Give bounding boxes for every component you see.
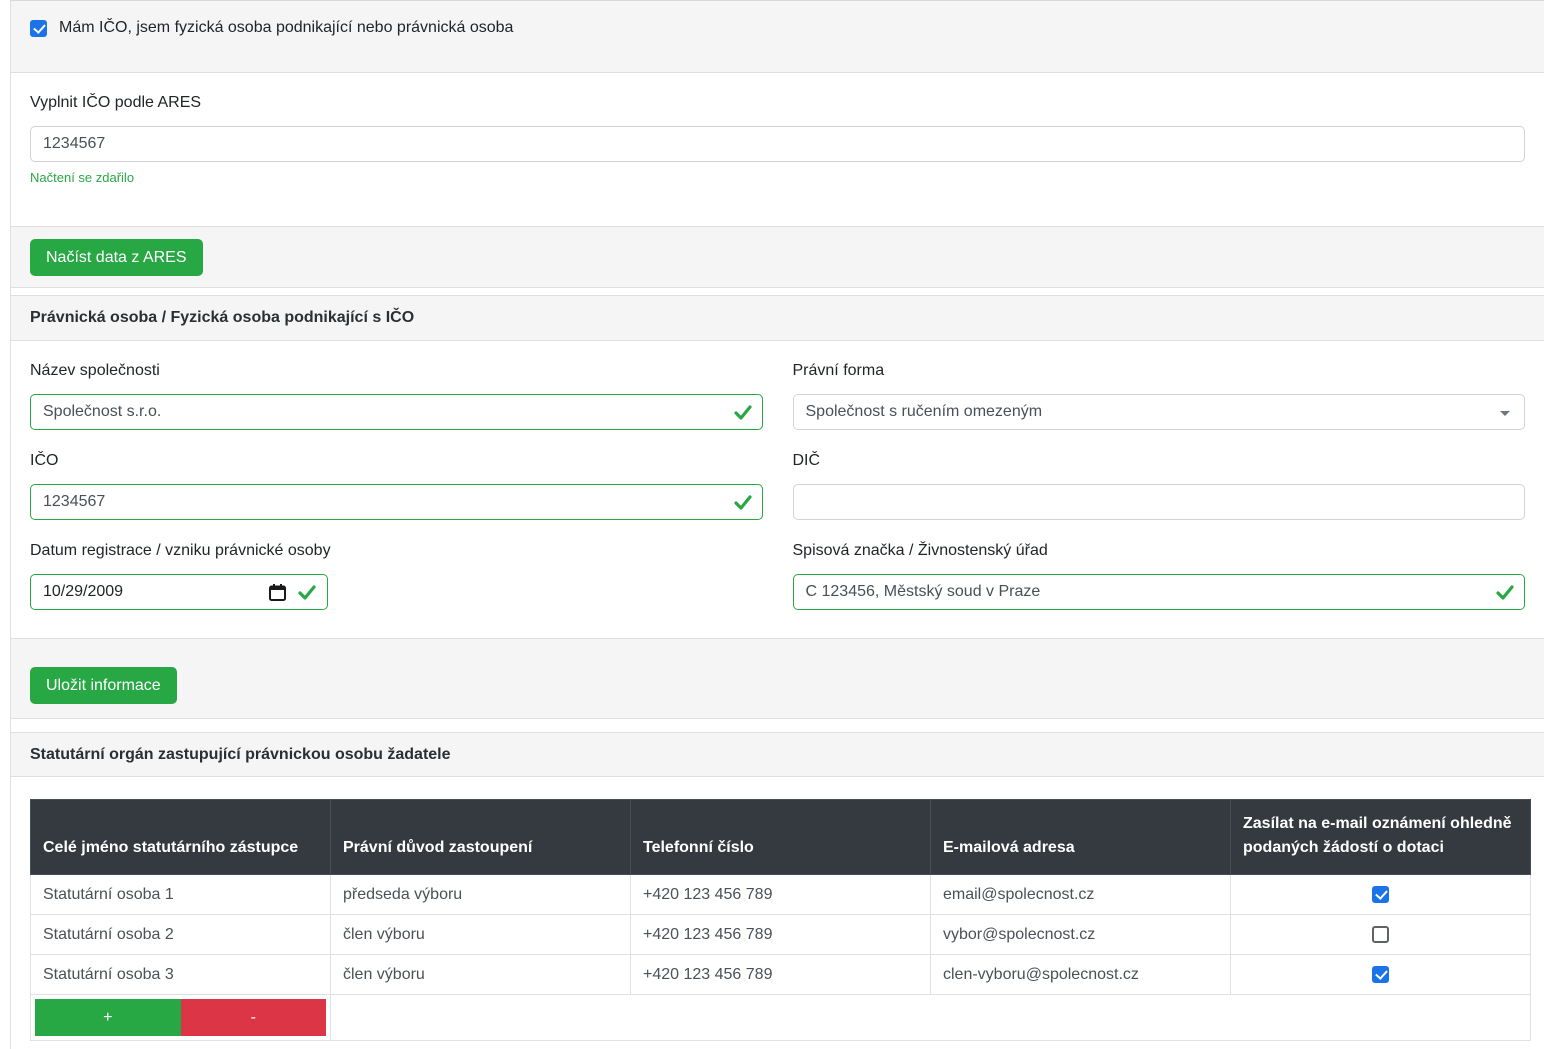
ares-ico-input[interactable] <box>30 126 1525 162</box>
footer-empty-cell <box>331 995 1531 1041</box>
file-reference-field: Spisová značka / Živnostenský úřad <box>793 539 1526 610</box>
legal-form-label: Právní forma <box>793 359 1526 383</box>
statutory-table-section: Celé jméno statutárního zástupce Právní … <box>11 777 1544 1049</box>
save-button-bar: Uložit informace <box>11 638 1544 719</box>
legal-form-select[interactable]: Společnost s ručením omezeným <box>793 394 1526 430</box>
ares-lookup-section: Vyplnit IČO podle ARES Načtení se zdařil… <box>11 73 1544 226</box>
cell-name: Statutární osoba 1 <box>31 875 331 915</box>
chevron-down-icon <box>1500 411 1510 416</box>
table-row: Statutární osoba 1 předseda výboru +420 … <box>31 875 1531 915</box>
load-ares-button[interactable]: Načíst data z ARES <box>30 239 203 276</box>
table-footer-row: + - <box>31 995 1531 1041</box>
notify-checkbox[interactable] <box>1372 886 1389 903</box>
ares-ico-label: Vyplnit IČO podle ARES <box>30 91 1525 115</box>
table-row: Statutární osoba 3 člen výboru +420 123 … <box>31 955 1531 995</box>
column-header-email: E-mailová adresa <box>931 800 1231 875</box>
registration-date-input[interactable]: 10/29/2009 <box>30 574 328 610</box>
save-info-button[interactable]: Uložit informace <box>30 667 177 704</box>
table-header-row: Celé jméno statutárního zástupce Právní … <box>31 800 1531 875</box>
company-section-header: Právnická osoba / Fyzická osoba podnikaj… <box>11 295 1544 341</box>
ares-success-message: Načtení se zdařilo <box>30 170 1525 186</box>
remove-row-button[interactable]: - <box>181 999 327 1036</box>
cell-name: Statutární osoba 3 <box>31 955 331 995</box>
add-row-button[interactable]: + <box>35 999 181 1036</box>
registration-date-label: Datum registrace / vzniku právnické osob… <box>30 539 763 563</box>
legal-form-field: Právní forma Společnost s ručením omezen… <box>793 359 1526 430</box>
dic-input[interactable] <box>793 484 1526 520</box>
notify-checkbox[interactable] <box>1372 966 1389 983</box>
form-container: Mám IČO, jsem fyzická osoba podnikající … <box>10 0 1544 1049</box>
has-ico-checkbox-row[interactable]: Mám IČO, jsem fyzická osoba podnikající … <box>30 19 1525 37</box>
column-header-phone: Telefonní číslo <box>631 800 931 875</box>
company-section-title: Právnická osoba / Fyzická osoba podnikaj… <box>30 309 414 327</box>
cell-reason: člen výboru <box>331 955 631 995</box>
statutory-table: Celé jméno statutárního zástupce Právní … <box>30 799 1531 1041</box>
cell-email: vybor@spolecnost.cz <box>931 915 1231 955</box>
statutory-section-header: Statutární orgán zastupující právnickou … <box>11 732 1544 777</box>
ico-label: IČO <box>30 449 763 473</box>
dic-field: DIČ <box>793 449 1526 520</box>
cell-phone: +420 123 456 789 <box>631 955 931 995</box>
company-name-input[interactable] <box>30 394 763 430</box>
dic-label: DIČ <box>793 449 1526 473</box>
ico-field: IČO <box>30 449 763 520</box>
notify-checkbox[interactable] <box>1372 926 1389 943</box>
registration-date-field: Datum registrace / vzniku právnické osob… <box>30 539 763 610</box>
cell-name: Statutární osoba 2 <box>31 915 331 955</box>
file-reference-label: Spisová značka / Živnostenský úřad <box>793 539 1526 563</box>
ares-button-bar: Načíst data z ARES <box>11 226 1544 288</box>
company-name-label: Název společnosti <box>30 359 763 383</box>
cell-phone: +420 123 456 789 <box>631 915 931 955</box>
cell-email: clen-vyboru@spolecnost.cz <box>931 955 1231 995</box>
cell-email: email@spolecnost.cz <box>931 875 1231 915</box>
legal-form-selected-value: Společnost s ručením omezeným <box>806 403 1043 420</box>
calendar-icon[interactable] <box>268 583 287 602</box>
cell-reason: předseda výboru <box>331 875 631 915</box>
has-ico-checkbox[interactable] <box>30 20 47 37</box>
table-row: Statutární osoba 2 člen výboru +420 123 … <box>31 915 1531 955</box>
valid-check-icon <box>297 582 317 602</box>
cell-phone: +420 123 456 789 <box>631 875 931 915</box>
company-name-field: Název společnosti <box>30 359 763 430</box>
ico-input[interactable] <box>30 484 763 520</box>
registration-date-value: 10/29/2009 <box>43 583 123 600</box>
cell-reason: člen výboru <box>331 915 631 955</box>
statutory-section-title: Statutární orgán zastupující právnickou … <box>30 746 451 764</box>
column-header-reason: Právní důvod zastoupení <box>331 800 631 875</box>
has-ico-checkbox-label: Mám IČO, jsem fyzická osoba podnikající … <box>59 19 513 37</box>
column-header-name: Celé jméno statutárního zástupce <box>31 800 331 875</box>
column-header-notify: Zasílat na e-mail oznámení ohledně podan… <box>1231 800 1531 875</box>
company-form: Název společnosti Právní forma Společnos… <box>11 341 1544 638</box>
file-reference-input[interactable] <box>793 574 1526 610</box>
has-ico-section: Mám IČO, jsem fyzická osoba podnikající … <box>11 0 1544 73</box>
